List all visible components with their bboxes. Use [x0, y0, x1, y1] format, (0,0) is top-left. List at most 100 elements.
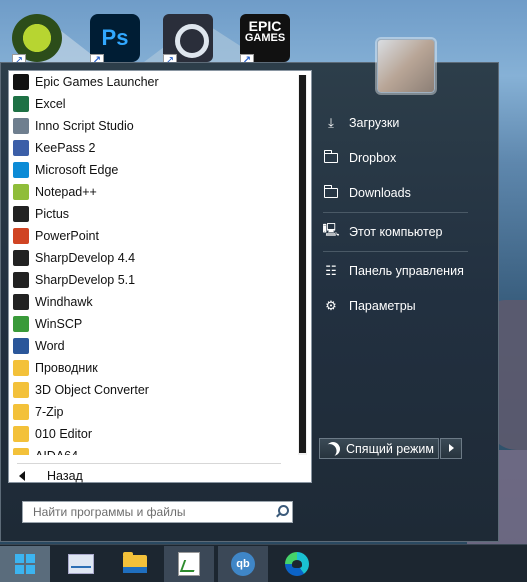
notepadpp-icon: [13, 184, 29, 200]
desktop-ring-app-icon[interactable]: ↗: [163, 14, 213, 68]
user-avatar[interactable]: [377, 39, 435, 93]
program-label: 3D Object Converter: [35, 383, 149, 397]
search-icon[interactable]: [274, 505, 289, 519]
power-options-arrow-button[interactable]: [440, 438, 462, 459]
link-label: Параметры: [349, 299, 416, 313]
desktop-epic-games-icon[interactable]: EPIC GAMES ↗: [240, 14, 290, 68]
program-item[interactable]: AIDA64: [9, 445, 294, 455]
epic-icon: [13, 74, 29, 90]
taskbar-file-explorer[interactable]: [110, 546, 160, 582]
control-panel-icon: ☷: [325, 263, 337, 278]
powerpoint-icon: [13, 228, 29, 244]
desktop-photoshop-icon[interactable]: Ps ↗: [90, 14, 140, 68]
sleep-button[interactable]: Спящий режим: [319, 438, 439, 459]
program-label: Pictus: [35, 207, 70, 221]
taskbar: qb: [0, 544, 527, 582]
start-button[interactable]: [0, 546, 50, 582]
link-downloads-ru[interactable]: ⤓ Загрузки: [323, 110, 473, 136]
windhawk-icon: [13, 294, 29, 310]
program-label: Epic Games Launcher: [35, 75, 159, 89]
photoshop-label: Ps: [101, 25, 129, 50]
back-button[interactable]: Назад: [9, 465, 311, 487]
programs-scrollbar[interactable]: [298, 75, 307, 455]
program-label: Excel: [35, 97, 66, 111]
program-item[interactable]: SharpDevelop 4.4: [9, 247, 294, 269]
program-label: Notepad++: [35, 185, 97, 199]
link-settings[interactable]: ⚙ Параметры: [323, 293, 473, 319]
program-item[interactable]: WinSCP: [9, 313, 294, 335]
program-label: 7-Zip: [35, 405, 64, 419]
word-icon: [13, 338, 29, 354]
epic-label-bottom: GAMES: [244, 32, 286, 44]
right-divider: [323, 251, 468, 252]
program-item[interactable]: Word: [9, 335, 294, 357]
program-label: Windhawk: [35, 295, 93, 309]
program-item[interactable]: Windhawk: [9, 291, 294, 313]
windows-logo-icon: [15, 554, 35, 574]
sharpdevelop-icon: [13, 250, 29, 266]
folder-icon: [13, 448, 29, 455]
programs-pane: Epic Games Launcher Excel Inno Script Stud…: [8, 70, 312, 483]
link-downloads[interactable]: Downloads: [323, 180, 473, 206]
program-item[interactable]: PowerPoint: [9, 225, 294, 247]
computer-icon: 🖳: [322, 222, 340, 237]
program-label: WinSCP: [35, 317, 83, 331]
taskbar-qbittorrent[interactable]: qb: [218, 546, 268, 582]
program-item[interactable]: KeePass 2: [9, 137, 294, 159]
folder-icon: [13, 382, 29, 398]
back-label: Назад: [47, 469, 83, 483]
winscp-icon: [13, 316, 29, 332]
program-item[interactable]: SharpDevelop 5.1: [9, 269, 294, 291]
program-label: PowerPoint: [35, 229, 99, 243]
program-item[interactable]: Excel: [9, 93, 294, 115]
link-dropbox[interactable]: Dropbox: [323, 145, 473, 171]
program-item[interactable]: Epic Games Launcher: [9, 71, 294, 93]
right-divider: [323, 212, 468, 213]
program-label: Microsoft Edge: [35, 163, 119, 177]
taskbar-monitor-app[interactable]: [56, 546, 106, 582]
program-item[interactable]: 7-Zip: [9, 401, 294, 423]
link-this-computer[interactable]: 🖳 Этот компьютер: [322, 219, 473, 245]
link-label: Панель управления: [349, 264, 464, 278]
pictus-icon: [13, 206, 29, 222]
program-item[interactable]: Microsoft Edge: [9, 159, 294, 181]
folder-icon: [13, 404, 29, 420]
search-box[interactable]: [22, 501, 293, 523]
program-label: 010 Editor: [35, 427, 92, 441]
sleep-label: Спящий режим: [346, 441, 434, 456]
taskbar-edge[interactable]: [272, 546, 322, 582]
program-item[interactable]: Notepad++: [9, 181, 294, 203]
link-label: Этот компьютер: [349, 225, 443, 239]
program-label: SharpDevelop 5.1: [35, 273, 136, 287]
programs-list: Epic Games Launcher Excel Inno Script Stud…: [9, 71, 294, 455]
program-item[interactable]: 3D Object Converter: [9, 379, 294, 401]
program-label: AIDA64: [35, 449, 78, 455]
link-label: Загрузки: [349, 116, 400, 130]
search-input[interactable]: [31, 504, 274, 520]
epic-label-top: EPIC: [248, 18, 282, 34]
program-item[interactable]: Inno Script Studio: [9, 115, 294, 137]
inno-icon: [13, 118, 29, 134]
program-label: Word: [35, 339, 65, 353]
edge-icon: [285, 552, 309, 576]
edge-icon: [13, 162, 29, 178]
moon-icon: [323, 439, 342, 458]
chart-icon: [178, 552, 200, 576]
excel-icon: [13, 96, 29, 112]
scrollbar-thumb[interactable]: [299, 75, 306, 453]
program-item[interactable]: Pictus: [9, 203, 294, 225]
desktop-tree-app-icon[interactable]: ↗: [12, 14, 62, 68]
folder-icon: [13, 360, 29, 376]
program-item[interactable]: Проводник: [9, 357, 294, 379]
program-label: SharpDevelop 4.4: [35, 251, 136, 265]
folder-icon: [123, 552, 147, 573]
link-label: Downloads: [349, 186, 411, 200]
program-label: KeePass 2: [35, 141, 96, 155]
link-label: Dropbox: [349, 151, 397, 165]
link-control-panel[interactable]: ☷ Панель управления: [323, 258, 473, 284]
folder-icon: [13, 426, 29, 442]
download-icon: ⤓: [328, 115, 334, 130]
program-item[interactable]: 010 Editor: [9, 423, 294, 445]
folder-icon: [323, 150, 339, 166]
taskbar-chart-app[interactable]: [164, 546, 214, 582]
